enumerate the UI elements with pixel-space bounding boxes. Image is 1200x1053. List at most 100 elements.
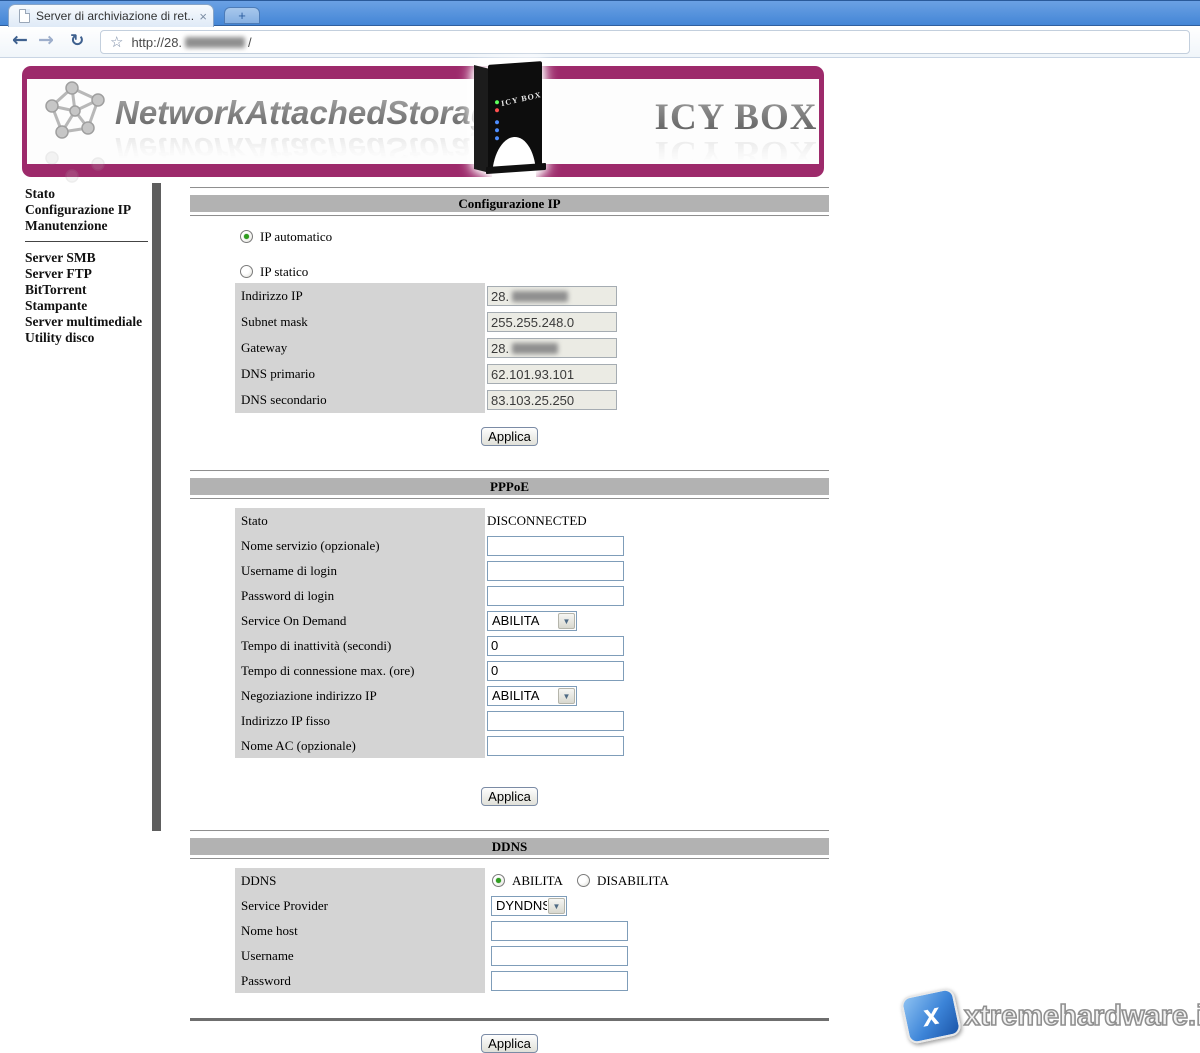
sidebar-item-configurazione-ip[interactable]: Configurazione IP bbox=[25, 202, 150, 218]
select-value: ABILITA bbox=[488, 613, 557, 628]
radio-row-ip-static: IP statico bbox=[240, 264, 308, 280]
row-label: Subnet mask bbox=[235, 309, 485, 335]
pppoe-table: Stato DISCONNECTED Nome servizio (opzion… bbox=[235, 508, 624, 758]
row-label: Tempo di inattività (secondi) bbox=[235, 633, 485, 658]
service-provider-select[interactable]: DYNDNS▼ bbox=[491, 896, 567, 916]
service-on-demand-select[interactable]: ABILITA▼ bbox=[487, 611, 577, 631]
select-value: ABILITA bbox=[488, 688, 557, 703]
field-value: 83.103.25.250 bbox=[491, 393, 574, 408]
ip-automatico-label: IP automatico bbox=[260, 229, 332, 244]
tab-strip: Server di archiviazione di ret... × + bbox=[0, 0, 1200, 26]
ip-automatico-radio[interactable] bbox=[240, 230, 253, 243]
address-bar[interactable]: ☆ http://28. / bbox=[100, 30, 1190, 54]
led-green-icon bbox=[495, 100, 499, 104]
url-prefix: http://28. bbox=[131, 35, 182, 50]
tab-title: Server di archiviazione di ret... bbox=[36, 9, 195, 23]
ddns-disabilita-radio[interactable] bbox=[577, 874, 590, 887]
table-row-indirizzo-ip-fisso: Indirizzo IP fisso bbox=[235, 708, 624, 733]
apply-button-pppoe[interactable]: Applica bbox=[481, 787, 538, 806]
table-row-dns-primario: DNS primario 62.101.93.101 bbox=[235, 361, 617, 387]
subnet-mask-field[interactable]: 255.255.248.0 bbox=[487, 312, 617, 332]
table-row-username-login: Username di login bbox=[235, 558, 624, 583]
table-row-dns-secondario: DNS secondario 83.103.25.250 bbox=[235, 387, 617, 413]
row-label: DNS primario bbox=[235, 361, 485, 387]
table-row-negoziazione-ip: Negoziazione indirizzo IP ABILITA▼ bbox=[235, 683, 624, 708]
dns-primario-field[interactable]: 62.101.93.101 bbox=[487, 364, 617, 384]
table-row-service-on-demand: Service On Demand ABILITA▼ bbox=[235, 608, 624, 633]
select-value: DYNDNS bbox=[492, 898, 547, 913]
field-value: 28. bbox=[491, 341, 509, 356]
row-label: Service Provider bbox=[235, 893, 485, 918]
led-blue3-icon bbox=[495, 136, 499, 140]
ip-statico-radio[interactable] bbox=[240, 265, 253, 278]
chevron-down-icon: ▼ bbox=[558, 613, 575, 629]
tab-close-icon[interactable]: × bbox=[199, 10, 207, 23]
sidebar-item-manutenzione[interactable]: Manutenzione bbox=[25, 218, 150, 234]
browser-tab[interactable]: Server di archiviazione di ret... × bbox=[8, 4, 214, 27]
nas-device-image: ICY BOX bbox=[466, 61, 564, 179]
dns-secondario-field[interactable]: 83.103.25.250 bbox=[487, 390, 617, 410]
sidebar-menu: Stato Configurazione IP Manutenzione Ser… bbox=[25, 186, 150, 346]
network-icon-reflection bbox=[42, 144, 110, 184]
xtremehardware-text: xtremehardware.it bbox=[964, 1000, 1200, 1033]
sidebar-item-server-multimediale[interactable]: Server multimediale bbox=[25, 314, 150, 330]
field-value: 28. bbox=[491, 289, 509, 304]
row-label: Nome host bbox=[235, 918, 485, 943]
indirizzo-ip-fisso-input[interactable] bbox=[487, 711, 624, 731]
row-label: Username bbox=[235, 943, 485, 968]
username-login-input[interactable] bbox=[487, 561, 624, 581]
url-text[interactable]: http://28. / bbox=[131, 35, 251, 50]
new-tab-button[interactable]: + bbox=[224, 7, 260, 24]
ddns-username-input[interactable] bbox=[491, 946, 628, 966]
section-header-pppoe: PPPoE bbox=[190, 478, 829, 495]
nome-ac-input[interactable] bbox=[487, 736, 624, 756]
nas-device-label: ICY BOX bbox=[501, 90, 542, 108]
divider bbox=[190, 830, 829, 832]
table-row-nome-host: Nome host bbox=[235, 918, 683, 943]
row-label: Stato bbox=[235, 508, 485, 533]
table-row-ddns-password: Password bbox=[235, 968, 683, 993]
page-favicon-icon bbox=[19, 9, 30, 23]
sidebar-item-server-smb[interactable]: Server SMB bbox=[25, 250, 150, 266]
indirizzo-ip-field[interactable]: 28. bbox=[487, 286, 617, 306]
field-value: 62.101.93.101 bbox=[491, 367, 574, 382]
url-suffix: / bbox=[248, 35, 252, 50]
sidebar-item-server-ftp[interactable]: Server FTP bbox=[25, 266, 150, 282]
xtremehardware-watermark: x xtremehardware.it bbox=[900, 988, 1200, 1048]
led-red-icon bbox=[495, 108, 499, 112]
password-login-input[interactable] bbox=[487, 586, 624, 606]
bookmark-star-icon[interactable]: ☆ bbox=[110, 35, 123, 50]
reload-button[interactable]: ↻ bbox=[70, 31, 84, 51]
ddns-password-input[interactable] bbox=[491, 971, 628, 991]
nome-servizio-input[interactable] bbox=[487, 536, 624, 556]
gateway-field[interactable]: 28. bbox=[487, 338, 617, 358]
sidebar-item-stato[interactable]: Stato bbox=[25, 186, 150, 202]
ip-statico-label: IP statico bbox=[260, 264, 308, 279]
led-blue-icon bbox=[495, 120, 499, 124]
forward-button[interactable]: → bbox=[38, 29, 54, 51]
ddns-abilita-label: ABILITA bbox=[512, 873, 563, 889]
negoziazione-ip-select[interactable]: ABILITA▼ bbox=[487, 686, 577, 706]
table-row-ddns-username: Username bbox=[235, 943, 683, 968]
back-button[interactable]: ← bbox=[12, 29, 28, 51]
row-label: Service On Demand bbox=[235, 608, 485, 633]
apply-button-ip[interactable]: Applica bbox=[481, 427, 538, 446]
ddns-disabilita-label: DISABILITA bbox=[597, 873, 669, 889]
tempo-inattivita-input[interactable] bbox=[487, 636, 624, 656]
frame-scrollbar[interactable] bbox=[152, 183, 161, 831]
divider bbox=[190, 470, 829, 472]
sidebar-item-utility-disco[interactable]: Utility disco bbox=[25, 330, 150, 346]
ddns-abilita-radio[interactable] bbox=[492, 874, 505, 887]
icybox-logo-reflection: ICY BOX bbox=[650, 132, 822, 175]
network-icon bbox=[42, 80, 110, 142]
led-blue2-icon bbox=[495, 128, 499, 132]
nome-host-input[interactable] bbox=[491, 921, 628, 941]
table-row-nome-servizio: Nome servizio (opzionale) bbox=[235, 533, 624, 558]
table-row-nome-ac: Nome AC (opzionale) bbox=[235, 733, 624, 758]
sidebar-item-bittorrent[interactable]: BitTorrent bbox=[25, 282, 150, 298]
apply-button-ddns[interactable]: Applica bbox=[481, 1034, 538, 1053]
sidebar-item-stampante[interactable]: Stampante bbox=[25, 298, 150, 314]
pppoe-status-value: DISCONNECTED bbox=[487, 513, 587, 529]
tempo-connessione-input[interactable] bbox=[487, 661, 624, 681]
section-header-ip: Configurazione IP bbox=[190, 195, 829, 212]
